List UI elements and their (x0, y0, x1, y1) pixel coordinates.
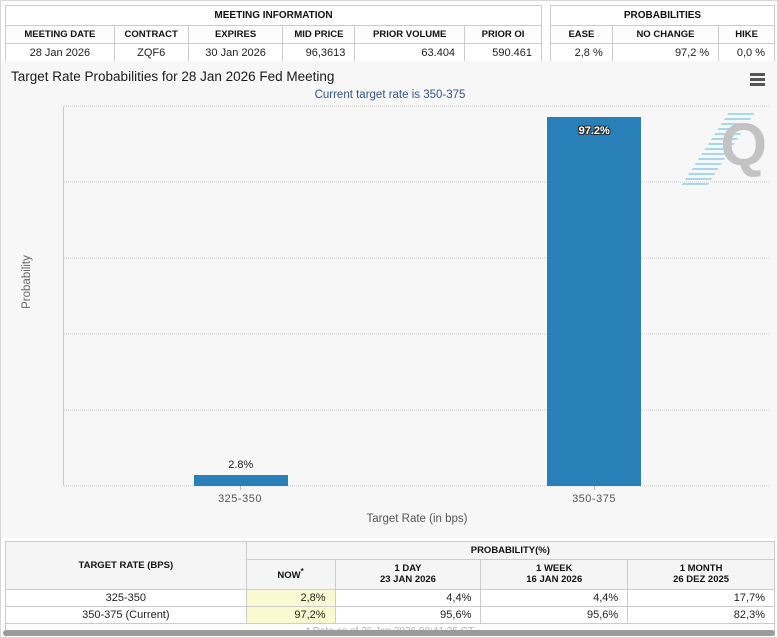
bar[interactable] (547, 117, 641, 486)
ease-value: 2,8 % (551, 44, 613, 63)
bar[interactable] (194, 475, 288, 486)
hamburger-menu-icon[interactable] (750, 73, 766, 88)
col-meeting-date: MEETING DATE (6, 26, 115, 44)
col-contract: CONTRACT (114, 26, 188, 44)
month-cell: 17,7% (628, 589, 775, 606)
target-rate-cell: 350-375 (Current) (6, 606, 247, 623)
probabilities-value-row: 2,8 % 97,2 % 0,0 % (551, 44, 775, 63)
contract-value: ZQF6 (114, 44, 188, 63)
probabilities-header-row: EASE NO CHANGE HIKE (551, 26, 775, 44)
one-week-header: 1 WEEK16 JAN 2026 (481, 560, 628, 590)
bar-slot-325-350: 2.8% (64, 106, 418, 486)
x-tick (240, 486, 241, 490)
watermark-q-letter: Q (720, 115, 767, 175)
quikstrike-watermark: Q (689, 111, 769, 187)
col-prior-volume: PRIOR VOLUME (355, 26, 465, 44)
col-mid-price: MID PRICE (283, 26, 355, 44)
col-prior-oi: PRIOR OI (465, 26, 542, 44)
probabilities-summary-table: PROBABILITIES EASE NO CHANGE HIKE 2,8 % … (550, 5, 775, 63)
table-row: 350-375 (Current) 97,2% 95,6% 95,6% 82,3… (6, 606, 775, 623)
col-no-change: NO CHANGE (612, 26, 718, 44)
day-cell: 4,4% (335, 589, 481, 606)
x-axis-title: Target Rate (in bps) (63, 513, 771, 525)
chart-title: Target Rate Probabilities for 28 Jan 202… (11, 69, 334, 84)
meeting-info-title: MEETING INFORMATION (6, 6, 542, 26)
meeting-date-value: 28 Jan 2026 (6, 44, 115, 63)
chart-panel: Target Rate Probabilities for 28 Jan 202… (1, 61, 778, 538)
expires-value: 30 Jan 2026 (188, 44, 283, 63)
now-header: NOW* (246, 560, 335, 590)
day-cell: 95,6% (335, 606, 481, 623)
bar-value-label: 2.8% (64, 459, 418, 471)
top-info-tables: MEETING INFORMATION MEETING DATE CONTRAC… (5, 5, 775, 63)
target-rate-header: TARGET RATE (BPS) (6, 542, 247, 590)
meeting-information-table: MEETING INFORMATION MEETING DATE CONTRAC… (5, 5, 542, 63)
no-change-value: 97,2 % (612, 44, 718, 63)
x-category-label: 350-375 (494, 493, 694, 505)
week-cell: 4,4% (481, 589, 628, 606)
mid-price-value: 96,3613 (283, 44, 355, 63)
now-cell: 2,8% (246, 589, 335, 606)
probabilities-title: PROBABILITIES (551, 6, 775, 26)
prior-oi-value: 590.461 (465, 44, 542, 63)
plot-area: 2.8% 97.2% (63, 106, 771, 486)
scrollbar-thumb[interactable] (3, 630, 775, 636)
now-cell: 97,2% (246, 606, 335, 623)
col-expires: EXPIRES (188, 26, 283, 44)
fedwatch-page: MEETING INFORMATION MEETING DATE CONTRAC… (0, 0, 778, 638)
week-cell: 95,6% (481, 606, 628, 623)
x-tick (594, 486, 595, 490)
col-ease: EASE (551, 26, 613, 44)
chart-subtitle: Current target rate is 350-375 (1, 89, 778, 101)
prior-volume-value: 63.404 (355, 44, 465, 63)
one-day-header: 1 DAY23 JAN 2026 (335, 560, 481, 590)
footnote-asterisk: * (301, 567, 304, 576)
month-cell: 82,3% (628, 606, 775, 623)
meeting-info-value-row: 28 Jan 2026 ZQF6 30 Jan 2026 96,3613 63.… (6, 44, 542, 63)
probability-group-header: PROBABILITY(%) (246, 542, 774, 560)
probability-history-table: TARGET RATE (BPS) PROBABILITY(%) NOW* 1 … (5, 541, 775, 638)
x-category-label: 325-350 (140, 493, 340, 505)
hike-value: 0,0 % (719, 44, 775, 63)
col-hike: HIKE (719, 26, 775, 44)
y-axis-title: Probability (21, 222, 33, 342)
one-month-header: 1 MONTH26 DEZ 2025 (628, 560, 775, 590)
horizontal-scrollbar (3, 630, 775, 636)
meeting-info-header-row: MEETING DATE CONTRACT EXPIRES MID PRICE … (6, 26, 542, 44)
target-rate-cell: 325-350 (6, 589, 247, 606)
table-row: 325-350 2,8% 4,4% 4,4% 17,7% (6, 589, 775, 606)
